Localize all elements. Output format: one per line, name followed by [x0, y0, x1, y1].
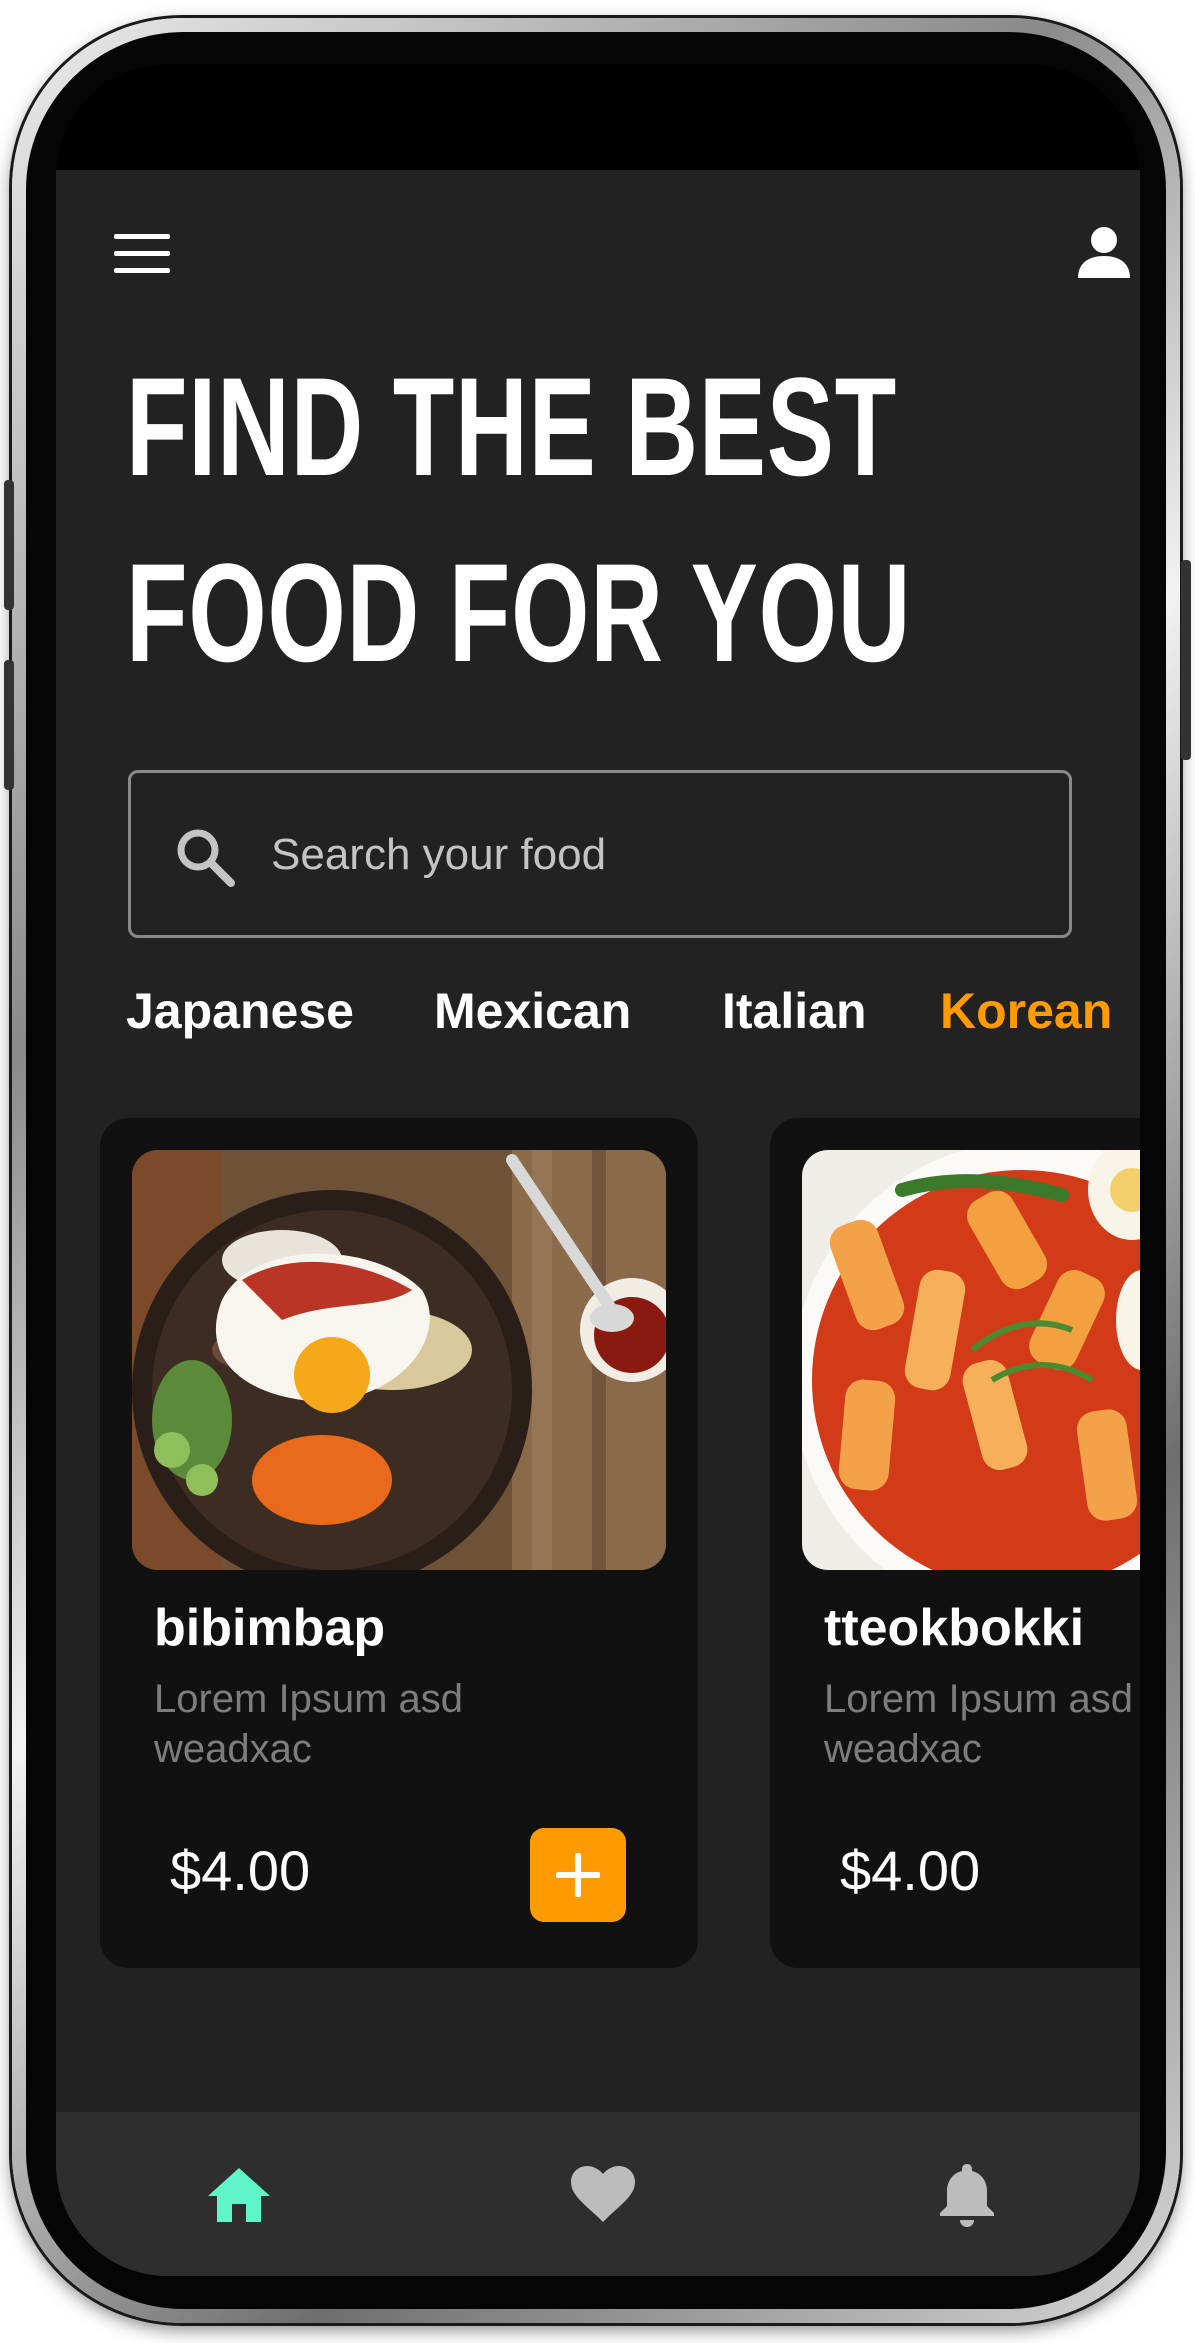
search-input[interactable]	[271, 823, 1031, 887]
food-card[interactable]: bibimbap Lorem Ipsum asd weadxac $4.00	[100, 1118, 698, 1968]
home-icon[interactable]	[204, 2160, 274, 2230]
food-price: $4.00	[840, 1839, 981, 1902]
food-description: Lorem Ipsum asd weadxac	[154, 1674, 674, 1774]
status-bar	[56, 64, 1140, 170]
food-name: tteokbokki	[824, 1599, 1085, 1657]
food-name: bibimbap	[154, 1599, 386, 1657]
category-tab-italian[interactable]: Italian	[722, 982, 866, 1040]
page-title-line-1: FIND THE BEST	[126, 348, 897, 505]
bell-icon[interactable]	[932, 2160, 1002, 2230]
tteokbokki-image	[802, 1150, 1140, 1570]
heart-icon[interactable]	[568, 2160, 638, 2230]
add-to-cart-button[interactable]	[530, 1828, 626, 1922]
search-bar[interactable]	[128, 770, 1072, 938]
page-title-line-2: FOOD FOR YOU	[126, 534, 912, 691]
hamburger-menu-icon[interactable]	[114, 234, 170, 274]
food-description-line-2: weadxac	[154, 1727, 312, 1771]
food-description-line-2: weadxac	[824, 1727, 982, 1771]
food-card[interactable]: tteokbokki Lorem Ipsum asd weadxac $4.00	[770, 1118, 1140, 1968]
bibimbap-image	[132, 1150, 666, 1570]
user-profile-icon[interactable]	[1076, 224, 1132, 280]
food-description: Lorem Ipsum asd weadxac	[824, 1674, 1140, 1774]
page-title: FIND THE BEST FOOD FOR YOU	[126, 334, 912, 706]
category-tab-korean[interactable]: Korean	[940, 982, 1112, 1040]
bottom-navigation	[56, 2112, 1140, 2276]
phone-side-button	[1181, 560, 1191, 760]
category-tab-mexican[interactable]: Mexican	[434, 982, 631, 1040]
food-description-line-1: Lorem Ipsum asd	[154, 1677, 464, 1721]
search-icon	[173, 825, 237, 889]
phone-side-button	[4, 660, 14, 790]
category-tab-japanese[interactable]: Japanese	[126, 982, 354, 1040]
app-screen: FIND THE BEST FOOD FOR YOU Japanese Mexi…	[56, 64, 1140, 2276]
phone-side-button	[4, 480, 14, 610]
food-price: $4.00	[170, 1839, 311, 1902]
food-description-line-1: Lorem Ipsum asd	[824, 1677, 1134, 1721]
